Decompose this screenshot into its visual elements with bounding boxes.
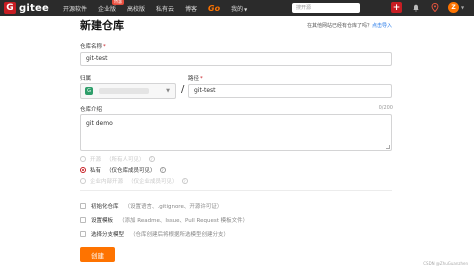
owner-label: 归属 — [80, 76, 92, 82]
visibility-option-public[interactable]: 开源 （所有人可见） ? — [80, 155, 155, 163]
page-title: 新建仓库 — [80, 19, 124, 32]
top-right-icons: + Z ▼ — [383, 2, 466, 13]
radio-sub-label: （所有人可见） — [106, 157, 145, 163]
option-sub-label: （设置语言、.gitignore、开源许可证） — [124, 204, 223, 210]
radio-label: 企业内部开源 — [90, 179, 124, 185]
user-avatar[interactable]: Z — [448, 2, 459, 13]
nav-my-label: 我的 — [231, 5, 244, 13]
nav-enterprise-label: 企业版 — [97, 5, 116, 13]
required-mark: * — [200, 76, 203, 82]
chevron-down-icon: ▼ — [166, 88, 170, 94]
option-label: 初始化仓库 — [91, 204, 119, 210]
radio-sub-label: （仅企业成员可见） — [128, 179, 178, 185]
radio-button[interactable] — [80, 156, 86, 162]
owner-select[interactable]: G ▼ — [80, 83, 176, 99]
option-label: 选择分支模型 — [91, 232, 125, 238]
description-char-counter: 0/200 — [378, 105, 393, 111]
gitee-logo[interactable]: G gitee — [4, 2, 49, 14]
nav-university[interactable]: 高校版 — [127, 4, 145, 13]
nav-private-cloud[interactable]: 私有云 — [156, 4, 174, 13]
help-icon[interactable]: ? — [181, 178, 188, 184]
description-textarea[interactable]: git demo — [80, 114, 392, 151]
path-input[interactable]: git-test — [188, 84, 392, 98]
visibility-option-internal[interactable]: 企业内部开源 （仅企业成员可见） ? — [80, 177, 188, 185]
option-init-repo[interactable]: 初始化仓库 （设置语言、.gitignore、开源许可证） — [80, 202, 222, 210]
path-label: 路径* — [188, 74, 203, 82]
radio-label: 开源 — [90, 157, 102, 163]
radio-button-checked[interactable] — [80, 167, 86, 173]
gitee-logo-text: gitee — [19, 2, 49, 14]
promo-badge: 特惠 — [111, 0, 124, 5]
path-label-text: 路径 — [188, 76, 200, 82]
notifications-bell-icon[interactable] — [410, 2, 421, 13]
help-icon[interactable]: ? — [159, 167, 166, 173]
owner-name-redacted — [99, 88, 149, 94]
checkbox[interactable] — [80, 217, 86, 223]
nav-blog[interactable]: 博客 — [185, 4, 197, 13]
top-navigation-bar: G gitee 开源软件 企业版 特惠 高校版 私有云 博客 Go 我的▼ 搜开… — [0, 0, 474, 16]
gitee-logo-icon: G — [4, 2, 16, 14]
checkbox[interactable] — [80, 203, 86, 209]
plus-icon[interactable]: + — [391, 2, 402, 13]
radio-label: 私有 — [90, 168, 102, 174]
repo-name-input[interactable]: git-test — [80, 52, 392, 66]
option-label: 设置模板 — [91, 218, 114, 224]
nav-enterprise[interactable]: 企业版 特惠 — [97, 0, 124, 13]
option-sub-label: （仓库创建后将根据所选模型创建分支） — [130, 232, 230, 238]
import-hint: 在其他网站已经有仓库了吗？点击导入 — [307, 22, 392, 29]
section-divider — [80, 190, 392, 191]
avatar-chevron-down-icon[interactable]: ▼ — [461, 5, 466, 10]
nav-my-menu[interactable]: 我的▼ — [231, 4, 247, 13]
option-set-template[interactable]: 设置模板 （添加 Readme、Issue、Pull Request 模板文件） — [80, 216, 248, 224]
radio-sub-label: （仅仓库成员可见） — [106, 168, 156, 174]
nav-open-source[interactable]: 开源软件 — [63, 4, 87, 13]
resize-handle-icon[interactable] — [386, 145, 390, 149]
path-separator: / — [181, 84, 185, 95]
description-label: 仓库介绍 — [80, 107, 103, 113]
repo-name-label-text: 仓库名称 — [80, 44, 103, 50]
chevron-down-icon: ▼ — [244, 6, 248, 12]
help-icon[interactable]: ? — [148, 156, 155, 162]
visibility-option-private[interactable]: 私有 （仅仓库成员可见） ? — [80, 166, 166, 174]
owner-avatar: G — [85, 87, 93, 95]
search-input[interactable]: 搜开源 — [292, 3, 360, 13]
watermark: CSDN @ZhuGuanzhen — [423, 261, 468, 266]
nav-go[interactable]: Go — [208, 4, 220, 13]
import-link[interactable]: 点击导入 — [372, 23, 392, 29]
required-mark: * — [103, 44, 106, 50]
option-branch-model[interactable]: 选择分支模型 （仓库创建后将根据所选模型创建分支） — [80, 230, 229, 238]
import-hint-text: 在其他网站已经有仓库了吗？ — [306, 23, 372, 29]
create-button[interactable]: 创建 — [80, 247, 115, 262]
main-nav: 开源软件 企业版 特惠 高校版 私有云 博客 Go 我的▼ — [63, 0, 247, 13]
location-pin-icon[interactable] — [429, 2, 440, 13]
description-text: git demo — [86, 120, 113, 127]
radio-button[interactable] — [80, 178, 86, 184]
repo-name-label: 仓库名称* — [80, 42, 106, 50]
option-sub-label: （添加 Readme、Issue、Pull Request 模板文件） — [119, 218, 249, 224]
checkbox[interactable] — [80, 231, 86, 237]
